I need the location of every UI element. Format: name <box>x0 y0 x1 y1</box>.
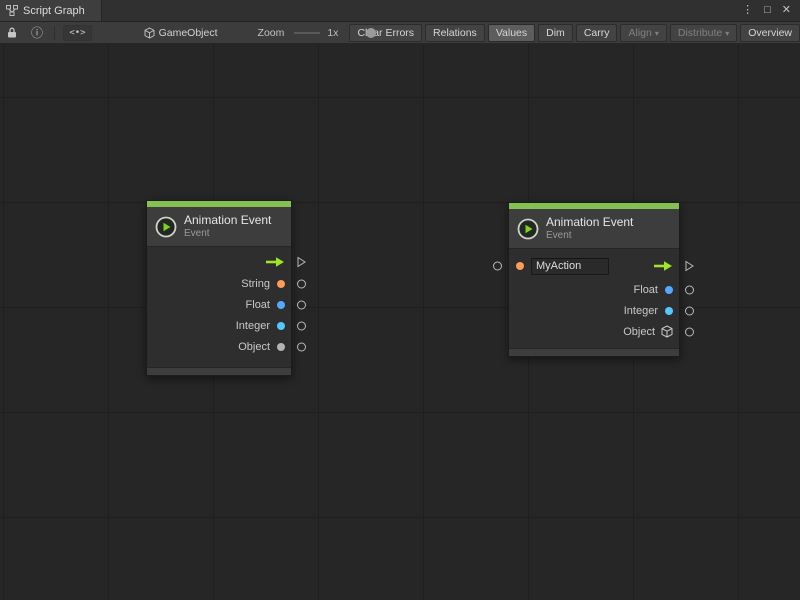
flow-output-port[interactable] <box>685 261 694 272</box>
output-port-integer[interactable] <box>685 306 694 315</box>
chevron-down-icon: ▾ <box>725 29 729 38</box>
node-animation-event-2[interactable]: Animation Event Event Float <box>508 202 680 357</box>
action-input-row <box>509 253 679 279</box>
output-row-float: Float <box>147 294 291 315</box>
maximize-icon[interactable]: □ <box>764 5 771 16</box>
flow-arrow-icon <box>265 256 285 268</box>
float-type-icon <box>277 301 285 309</box>
align-dropdown[interactable]: Align ▾ <box>620 24 666 42</box>
event-play-icon <box>517 218 539 240</box>
carry-button[interactable]: Carry <box>576 24 618 42</box>
port-label: Integer <box>624 305 658 317</box>
clear-errors-button[interactable]: Clear Errors <box>349 24 422 42</box>
object-type-icon <box>277 343 285 351</box>
relations-button[interactable]: Relations <box>425 24 485 42</box>
output-port-float[interactable] <box>685 285 694 294</box>
output-row-object: Object <box>509 321 679 342</box>
float-type-icon <box>665 286 673 294</box>
output-row-integer: Integer <box>509 300 679 321</box>
gameobject-cube-icon <box>144 27 155 39</box>
output-port-float[interactable] <box>297 300 306 309</box>
port-label: String <box>241 278 270 290</box>
node-title: Animation Event <box>546 215 633 230</box>
distribute-label: Distribute <box>678 27 722 39</box>
output-row-object: Object <box>147 336 291 357</box>
node-title: Animation Event <box>184 213 271 228</box>
align-label: Align <box>628 27 651 39</box>
node-header[interactable]: Animation Event Event <box>147 207 291 247</box>
window-controls: ⋮ □ ✕ <box>742 0 800 21</box>
string-type-icon <box>516 262 524 270</box>
zoom-slider-track[interactable] <box>294 32 320 34</box>
code-view-button[interactable]: <•> <box>63 25 91 41</box>
integer-type-icon <box>277 322 285 330</box>
node-subtitle: Event <box>184 228 271 241</box>
zoom-label: Zoom <box>258 27 285 39</box>
string-type-icon <box>277 280 285 288</box>
output-row-string: String <box>147 273 291 294</box>
input-port-name[interactable] <box>493 262 502 271</box>
zoom-value: 1x <box>327 27 338 39</box>
cube-icon <box>661 325 673 338</box>
close-icon[interactable]: ✕ <box>782 5 791 16</box>
values-button[interactable]: Values <box>488 24 535 42</box>
lock-icon[interactable] <box>7 27 17 38</box>
output-row-integer: Integer <box>147 315 291 336</box>
gameobject-reference[interactable]: GameObject <box>144 27 218 39</box>
graph-tab-icon <box>6 5 18 16</box>
overview-button[interactable]: Overview <box>740 24 800 42</box>
tab-title: Script Graph <box>23 5 85 17</box>
flow-output-port[interactable] <box>297 257 306 268</box>
output-port-integer[interactable] <box>297 321 306 330</box>
script-graph-window: Script Graph ⋮ □ ✕ ⓘ <•> GameObject Zoom… <box>0 0 800 600</box>
dim-button[interactable]: Dim <box>538 24 573 42</box>
info-icon[interactable]: ⓘ <box>31 24 43 41</box>
node-body: String Float Integer Object <box>147 247 291 367</box>
zoom-slider-knob[interactable] <box>366 28 376 38</box>
tab-script-graph[interactable]: Script Graph <box>0 0 102 21</box>
integer-type-icon <box>665 307 673 315</box>
titlebar: Script Graph ⋮ □ ✕ <box>0 0 800 22</box>
node-body: Float Integer Object <box>509 249 679 348</box>
node-footer <box>147 367 291 375</box>
output-port-object[interactable] <box>297 342 306 351</box>
output-port-object[interactable] <box>685 327 694 336</box>
node-animation-event-1[interactable]: Animation Event Event String <box>146 200 292 376</box>
action-name-field[interactable] <box>531 258 609 275</box>
node-header[interactable]: Animation Event Event <box>509 209 679 249</box>
port-label: Integer <box>236 320 270 332</box>
flow-arrow-icon <box>653 260 673 272</box>
node-footer <box>509 348 679 356</box>
port-label: Float <box>246 299 270 311</box>
event-play-icon <box>155 216 177 238</box>
port-label: Object <box>238 341 270 353</box>
zoom-slider[interactable] <box>294 27 320 39</box>
chevron-down-icon: ▾ <box>655 29 659 38</box>
graph-canvas[interactable]: Animation Event Event String <box>0 44 800 600</box>
flow-output-row <box>147 251 291 273</box>
distribute-dropdown[interactable]: Distribute▾ <box>670 24 737 42</box>
gameobject-label: GameObject <box>159 27 218 39</box>
window-menu-icon[interactable]: ⋮ <box>742 5 753 16</box>
node-subtitle: Event <box>546 230 633 243</box>
graph-toolbar: ⓘ <•> GameObject Zoom 1x Clear Errors Re… <box>0 22 800 44</box>
port-label: Float <box>634 284 658 296</box>
output-row-float: Float <box>509 279 679 300</box>
port-label: Object <box>623 326 655 338</box>
output-port-string[interactable] <box>297 279 306 288</box>
